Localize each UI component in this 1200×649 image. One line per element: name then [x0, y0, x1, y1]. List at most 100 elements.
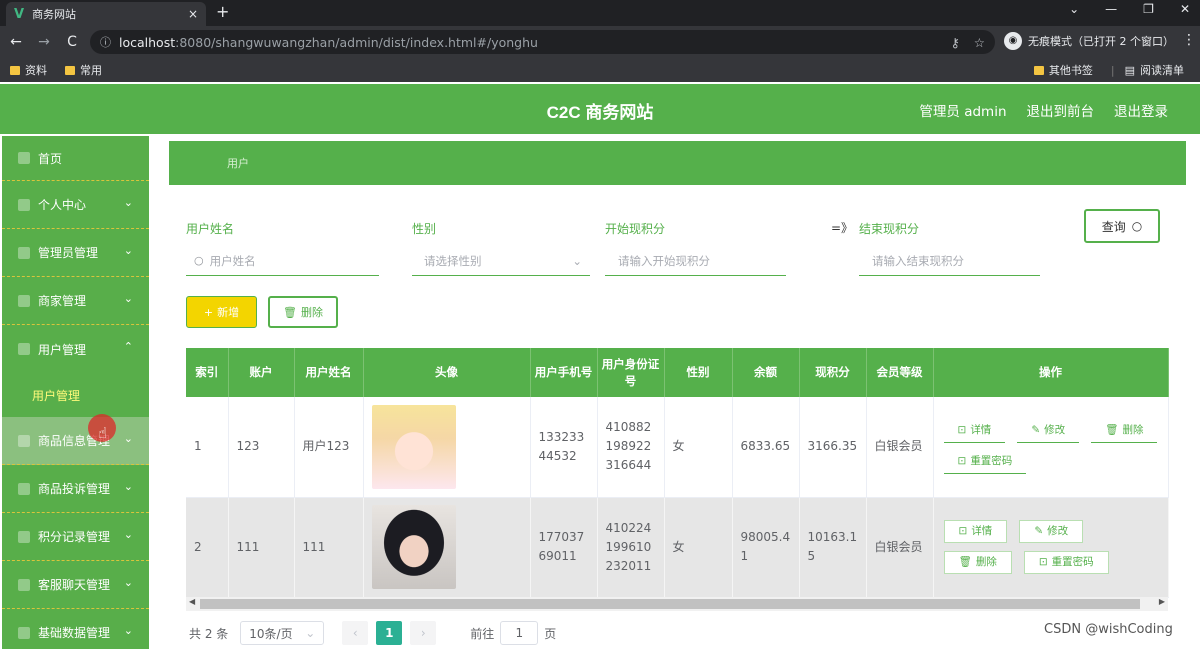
- chat-icon: [18, 578, 30, 591]
- chevron-down-icon: ⌄: [123, 624, 133, 637]
- avatar[interactable]: [371, 505, 456, 589]
- other-bookmarks[interactable]: 其他书签: [1033, 62, 1093, 78]
- minimize-button[interactable]: —: [1105, 2, 1117, 16]
- delete-button[interactable]: 🗑 删除: [943, 551, 1012, 574]
- goto-page-input[interactable]: 1: [500, 621, 539, 645]
- prev-page-button[interactable]: ‹: [342, 621, 369, 645]
- sidebar-item-products[interactable]: 商品信息管理 ⌄: [2, 417, 149, 465]
- column-header[interactable]: 余额: [732, 348, 800, 397]
- query-button[interactable]: 查询 ○: [1084, 209, 1160, 243]
- sidebar-item-home[interactable]: 首页: [2, 136, 149, 181]
- start-points-input[interactable]: 请输入开始现积分: [605, 246, 786, 276]
- page-unit-label: 页: [544, 626, 557, 641]
- sidebar-item-points[interactable]: 积分记录管理 ⌄: [2, 513, 149, 561]
- avatar[interactable]: [371, 404, 456, 489]
- key-icon[interactable]: ⚷: [951, 35, 960, 50]
- logout-link[interactable]: 退出登录: [1114, 100, 1168, 120]
- search-icon: ○: [194, 254, 204, 267]
- search-icon: ○: [1131, 219, 1143, 233]
- document-icon: ⊡: [957, 455, 967, 468]
- page-size-select[interactable]: 10条/页 ⌄: [240, 621, 325, 645]
- app-header: C2C 商务网站 管理员 admin 退出到前台 退出登录: [0, 84, 1200, 134]
- folder-icon: [65, 65, 75, 75]
- points-icon: [18, 530, 30, 543]
- cell-ops: ⊡ 详情 ✎ 修改 🗑 删除 ⊡ 重置密码: [933, 397, 1169, 498]
- address-bar: ← → C ⓘ localhost:8080/shangwuwangzhan/a…: [0, 26, 1200, 58]
- table-row[interactable]: 2 111 111 17703769011 410224199610232011…: [186, 497, 1169, 598]
- more-menu-icon[interactable]: ⋮: [1182, 32, 1196, 48]
- forward-icon[interactable]: →: [32, 34, 56, 50]
- url-field[interactable]: ⓘ localhost:8080/shangwuwangzhan/admin/d…: [90, 30, 995, 54]
- table-header-row: 索引 账户 用户姓名 头像 用户手机号 用户身份证号 性别 余额 现积分 会员等…: [186, 348, 1169, 397]
- star-icon[interactable]: ☆: [974, 35, 985, 50]
- bookmark-folder[interactable]: 常用: [65, 62, 102, 78]
- column-header[interactable]: 索引: [186, 348, 229, 397]
- sidebar-item-complaints[interactable]: 商品投诉管理 ⌄: [2, 465, 149, 513]
- pencil-icon: ✎: [1034, 525, 1044, 537]
- batch-delete-button[interactable]: 🗑 删除: [268, 296, 338, 328]
- site-info-icon[interactable]: ⓘ: [100, 34, 111, 50]
- edit-button[interactable]: ✎ 修改: [1017, 419, 1080, 443]
- window-controls: ⌄ — ❐ ✕: [1069, 2, 1190, 16]
- tab-close-icon[interactable]: ×: [188, 7, 198, 21]
- back-to-front-link[interactable]: 退出到前台: [1027, 100, 1095, 120]
- horizontal-scrollbar[interactable]: ◀ ▶: [186, 597, 1168, 611]
- gender-select[interactable]: 请选择性别 ⌄: [412, 246, 590, 276]
- restore-button[interactable]: ❐: [1143, 2, 1154, 16]
- username-input[interactable]: ○ 用户姓名: [186, 246, 379, 276]
- chevron-down-icon: ⌄: [123, 196, 133, 209]
- sidebar-item-admins[interactable]: 管理员管理 ⌄: [2, 229, 149, 277]
- edit-button[interactable]: ✎ 修改: [1019, 520, 1084, 543]
- add-button[interactable]: + 新增: [186, 296, 257, 328]
- column-header[interactable]: 现积分: [799, 348, 867, 397]
- column-header[interactable]: 用户姓名: [294, 348, 364, 397]
- back-icon[interactable]: ←: [4, 34, 28, 50]
- page-number-current[interactable]: 1: [376, 621, 403, 645]
- table-row[interactable]: 1 123 用户123 13323344532 4108821989223166…: [186, 397, 1169, 498]
- bookmark-folder[interactable]: 资料: [10, 62, 47, 78]
- next-page-button[interactable]: ›: [410, 621, 437, 645]
- scroll-right-icon[interactable]: ▶: [1159, 597, 1165, 606]
- reset-password-button[interactable]: ⊡ 重置密码: [943, 450, 1027, 474]
- chevron-down-icon: ⌄: [123, 292, 133, 305]
- chevron-down-icon: ⌄: [123, 480, 133, 493]
- cell-account: 111: [228, 497, 295, 598]
- tab-search-icon[interactable]: ⌄: [1069, 2, 1079, 16]
- cell-index: 1: [186, 397, 229, 498]
- scroll-left-icon[interactable]: ◀: [189, 597, 195, 606]
- url-host: localhost: [119, 34, 176, 50]
- sidebar-item-chat[interactable]: 客服聊天管理 ⌄: [2, 561, 149, 609]
- column-header[interactable]: 性别: [664, 348, 733, 397]
- trash-icon: 🗑: [283, 305, 297, 319]
- reload-icon[interactable]: C: [60, 34, 84, 50]
- column-header[interactable]: 用户手机号: [530, 348, 598, 397]
- cell-balance: 6833.65: [732, 397, 800, 498]
- sidebar-item-merchants[interactable]: 商家管理 ⌄: [2, 277, 149, 325]
- reset-password-button[interactable]: ⊡ 重置密码: [1023, 551, 1109, 574]
- close-window-button[interactable]: ✕: [1180, 2, 1190, 16]
- new-tab-button[interactable]: +: [216, 2, 229, 21]
- cell-gender: 女: [664, 497, 733, 598]
- detail-button[interactable]: ⊡ 详情: [943, 520, 1008, 543]
- end-points-input[interactable]: 请输入结束现积分: [859, 246, 1040, 276]
- scrollbar-thumb[interactable]: [200, 599, 1140, 609]
- column-header[interactable]: 账户: [228, 348, 295, 397]
- column-header[interactable]: 操作: [933, 348, 1169, 397]
- trash-icon: 🗑: [1105, 424, 1119, 437]
- sidebar-item-profile[interactable]: 个人中心 ⌄: [2, 181, 149, 229]
- username-label: 用户姓名: [186, 222, 235, 236]
- column-header[interactable]: 用户身份证号: [597, 348, 665, 397]
- cell-level: 白银会员: [866, 497, 934, 598]
- detail-button[interactable]: ⊡ 详情: [943, 419, 1006, 443]
- sidebar-item-users[interactable]: 用户管理 ⌃: [2, 325, 149, 373]
- reading-list[interactable]: ▤ 阅读清单: [1125, 62, 1184, 78]
- column-header[interactable]: 会员等级: [866, 348, 934, 397]
- column-header[interactable]: 头像: [363, 348, 531, 397]
- incognito-label: 无痕模式（已打开 2 个窗口）: [1028, 35, 1174, 48]
- delete-button[interactable]: 🗑 删除: [1091, 419, 1158, 443]
- cell-account: 123: [228, 397, 295, 498]
- sidebar-item-basedata[interactable]: 基础数据管理 ⌄: [2, 609, 149, 649]
- incognito-indicator[interactable]: ◉ 无痕模式（已打开 2 个窗口）: [1004, 32, 1174, 50]
- browser-tab[interactable]: V 商务网站 ×: [6, 2, 206, 26]
- sidebar-subitem-users[interactable]: 用户管理: [2, 373, 149, 417]
